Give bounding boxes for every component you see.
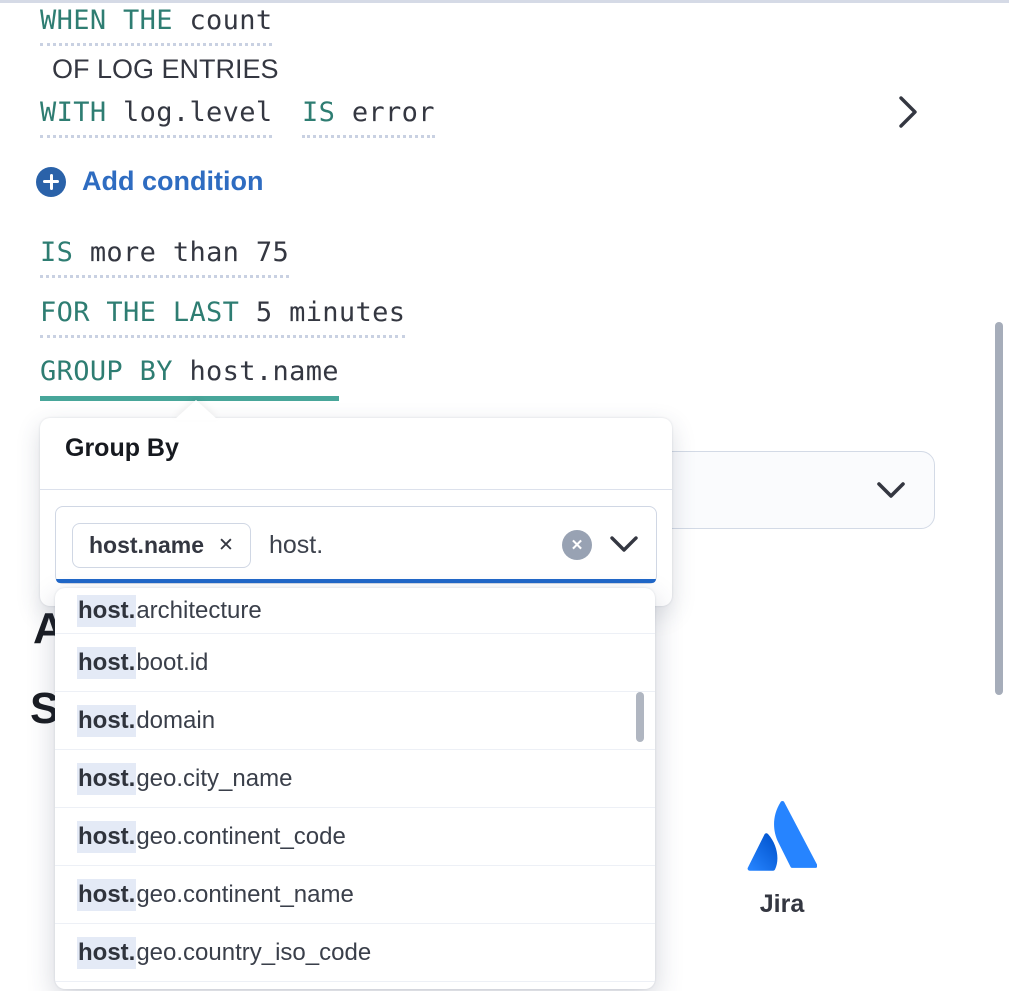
page-scrollbar[interactable] bbox=[995, 322, 1003, 695]
group-by-combobox[interactable]: host.name ✕ host. ✕ bbox=[55, 506, 657, 584]
option-match: host. bbox=[77, 647, 136, 679]
combo-focus-indicator bbox=[56, 579, 656, 583]
expression-time-window[interactable]: FOR THE LAST 5 minutes bbox=[40, 298, 405, 338]
option-match: host. bbox=[77, 879, 136, 911]
option-rest: boot.id bbox=[136, 649, 208, 677]
when-keyword: WHEN THE bbox=[40, 5, 173, 36]
keyword-space bbox=[73, 237, 90, 268]
option-host-geo-country-iso-code[interactable]: host.geo.country_iso_code bbox=[55, 924, 655, 982]
option-rest: geo.city_name bbox=[136, 765, 292, 793]
plus-circle-icon bbox=[36, 167, 66, 197]
expression-field-comparator[interactable]: IS error bbox=[302, 98, 435, 138]
keyword-space bbox=[239, 297, 256, 328]
keyword-space bbox=[173, 5, 190, 36]
expression-with-field[interactable]: WITH log.level bbox=[40, 98, 272, 138]
option-match: host. bbox=[77, 763, 136, 795]
option-match: host. bbox=[77, 937, 136, 969]
option-rest: architecture bbox=[136, 597, 261, 625]
jira-connector-label: Jira bbox=[760, 890, 804, 919]
time-window-value: 5 minutes bbox=[256, 297, 405, 328]
option-host-boot-id[interactable]: host.boot.id bbox=[55, 634, 655, 692]
field-options-listbox: host.architecture host.boot.id host.doma… bbox=[55, 588, 655, 989]
remove-pill-icon[interactable]: ✕ bbox=[218, 536, 234, 555]
clear-selection-button[interactable]: ✕ bbox=[562, 530, 592, 560]
option-match: host. bbox=[77, 595, 136, 627]
option-rest: geo.continent_name bbox=[136, 881, 354, 909]
popover-arrow bbox=[174, 400, 218, 420]
expression-group-by[interactable]: GROUP BY host.name bbox=[40, 357, 339, 401]
expression-when-count[interactable]: WHEN THE count bbox=[40, 6, 272, 46]
when-value: count bbox=[189, 5, 272, 36]
option-host-geo-continent-code[interactable]: host.geo.continent_code bbox=[55, 808, 655, 866]
option-rest: geo.continent_code bbox=[136, 823, 346, 851]
entity-label: OF LOG ENTRIES bbox=[52, 54, 279, 85]
keyword-space bbox=[106, 97, 123, 128]
combobox-input[interactable]: host. bbox=[269, 531, 323, 560]
option-rest: domain bbox=[136, 707, 215, 735]
option-host-geo-continent-name[interactable]: host.geo.continent_name bbox=[55, 866, 655, 924]
keyword-space bbox=[173, 356, 190, 387]
options-scrollbar[interactable] bbox=[636, 692, 644, 742]
combobox-caret[interactable] bbox=[610, 536, 638, 554]
chevron-down-icon bbox=[610, 536, 638, 554]
threshold-value: more than 75 bbox=[90, 237, 289, 268]
with-field-value: log.level bbox=[123, 97, 272, 128]
option-host-domain[interactable]: host.domain bbox=[55, 692, 655, 750]
option-host-architecture[interactable]: host.architecture bbox=[55, 588, 655, 634]
jira-logo-icon bbox=[747, 800, 817, 874]
option-match: host. bbox=[77, 821, 136, 853]
chevron-down-icon bbox=[876, 481, 906, 501]
comparator-value: error bbox=[352, 97, 435, 128]
group-by-value: host.name bbox=[189, 356, 338, 387]
add-condition-button[interactable]: Add condition bbox=[36, 166, 263, 197]
keyword-space bbox=[335, 97, 352, 128]
add-condition-label: Add condition bbox=[82, 166, 263, 197]
jira-connector-card[interactable]: Jira bbox=[712, 800, 852, 919]
for-the-last-keyword: FOR THE LAST bbox=[40, 297, 239, 328]
option-host-geo-city-name[interactable]: host.geo.city_name bbox=[55, 750, 655, 808]
threshold-keyword: IS bbox=[40, 237, 73, 268]
popover-divider bbox=[40, 489, 672, 490]
clear-icon: ✕ bbox=[571, 536, 584, 554]
expression-threshold[interactable]: IS more than 75 bbox=[40, 238, 289, 278]
with-keyword: WITH bbox=[40, 97, 106, 128]
option-rest: geo.country_iso_code bbox=[136, 939, 371, 967]
group-by-popover: Group By host.name ✕ host. ✕ bbox=[40, 418, 672, 606]
is-keyword: IS bbox=[302, 97, 335, 128]
option-match: host. bbox=[77, 705, 136, 737]
top-border bbox=[0, 0, 1009, 3]
popover-title: Group By bbox=[65, 434, 179, 463]
expand-row-chevron-icon[interactable] bbox=[894, 92, 922, 137]
selected-field-pill[interactable]: host.name ✕ bbox=[72, 523, 251, 568]
pill-label: host.name bbox=[89, 532, 204, 559]
group-by-keyword: GROUP BY bbox=[40, 356, 173, 387]
